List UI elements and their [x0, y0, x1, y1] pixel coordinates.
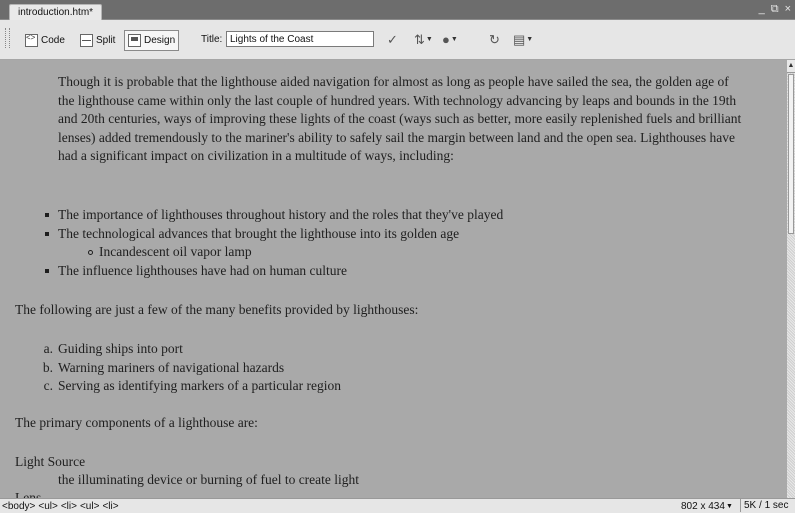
- browser-compatibility-button[interactable]: ✓: [387, 31, 398, 48]
- list-item[interactable]: The technological advances that brought …: [0, 225, 503, 244]
- split-view-button[interactable]: Split: [76, 30, 119, 51]
- title-label: Title:: [201, 34, 223, 45]
- benefits-paragraph[interactable]: The following are just a few of the many…: [15, 302, 418, 318]
- list-marker: a.: [43, 341, 53, 356]
- toolbar-grip[interactable]: [5, 28, 10, 48]
- scrollbar-thumb[interactable]: [788, 74, 794, 234]
- tag-selector-item[interactable]: <body>: [2, 500, 35, 513]
- intro-paragraph[interactable]: Though it is probable that the lighthous…: [58, 73, 748, 166]
- design-icon: [128, 34, 141, 47]
- list-item[interactable]: The influence lighthouses have had on hu…: [0, 262, 503, 281]
- chevron-down-icon: ▼: [725, 503, 733, 510]
- window-controls: _ ⧉ ×: [759, 2, 791, 17]
- definition-term[interactable]: Light Source: [15, 454, 85, 470]
- tag-selector-item[interactable]: <li>: [102, 500, 118, 513]
- dropdown-arrow-icon: ▼: [425, 36, 433, 43]
- dropdown-arrow-icon: ▼: [526, 36, 534, 43]
- scroll-up-icon[interactable]: ▲: [787, 60, 795, 73]
- window-size-menu[interactable]: 802 x 434 ▼: [681, 500, 733, 513]
- dropdown-arrow-icon: ▼: [450, 36, 458, 43]
- file-management-button[interactable]: ⇅ ▼: [414, 31, 433, 48]
- list-marker: b.: [42, 359, 53, 375]
- restore-icon[interactable]: ⧉: [771, 2, 779, 17]
- preview-in-browser-button[interactable]: ● ▼: [442, 31, 458, 48]
- bullet-list: The importance of lighthouses throughout…: [0, 206, 503, 280]
- design-view-button[interactable]: Design: [124, 30, 180, 51]
- refresh-icon: ↻: [489, 31, 500, 47]
- view-options-button[interactable]: ▤ ▼: [513, 31, 533, 48]
- list-item-text: Serving as identifying markers of a part…: [58, 378, 342, 393]
- split-icon: [80, 34, 93, 47]
- window-size-value: 802 x 434: [681, 501, 725, 512]
- refresh-design-view-button[interactable]: ↻: [489, 31, 500, 48]
- tag-selector-item[interactable]: <li>: [61, 500, 77, 513]
- document-title-bar: introduction.htm* _ ⧉ ×: [0, 0, 795, 20]
- split-view-label: Split: [96, 35, 116, 46]
- close-icon[interactable]: ×: [785, 2, 791, 17]
- benefits-list: a. Guiding ships into port b. Warning ma…: [0, 340, 341, 396]
- check-icon: ✓: [387, 31, 398, 47]
- list-item[interactable]: The importance of lighthouses throughout…: [0, 206, 503, 225]
- list-item[interactable]: a. Guiding ships into port: [0, 340, 341, 359]
- tag-selector-item[interactable]: <ul>: [80, 500, 99, 513]
- status-bar: <body> <ul> <li> <ul> <li> 802 x 434 ▼ 5…: [0, 498, 795, 513]
- list-marker: c.: [43, 378, 53, 393]
- list-item[interactable]: c. Serving as identifying markers of a p…: [0, 377, 341, 396]
- tag-selector: <body> <ul> <li> <ul> <li>: [2, 500, 119, 513]
- nested-list-item[interactable]: Incandescent oil vapor lamp: [0, 243, 503, 262]
- page-title-input[interactable]: [226, 31, 374, 47]
- list-item-text: Warning mariners of navigational hazards: [58, 359, 285, 375]
- download-size-readout: 5K / 1 sec: [740, 499, 788, 512]
- minimize-icon[interactable]: _: [759, 2, 765, 17]
- design-view-canvas[interactable]: Though it is probable that the lighthous…: [0, 60, 787, 498]
- code-view-label: Code: [41, 35, 65, 46]
- code-view-button[interactable]: Code: [21, 30, 69, 51]
- definition-description[interactable]: the illuminating device or burning of fu…: [58, 472, 359, 488]
- tag-selector-item[interactable]: <ul>: [38, 500, 57, 513]
- view-options-icon: ▤: [513, 31, 526, 47]
- definition-term[interactable]: Lens: [15, 490, 41, 498]
- globe-icon: ●: [442, 32, 450, 47]
- transfer-arrows-icon: ⇅: [414, 31, 425, 47]
- list-item-text: Guiding ships into port: [58, 341, 183, 356]
- design-view-label: Design: [144, 35, 176, 46]
- components-paragraph[interactable]: The primary components of a lighthouse a…: [15, 415, 258, 431]
- vertical-scrollbar[interactable]: ▲: [787, 60, 795, 498]
- document-tab[interactable]: introduction.htm*: [9, 4, 103, 20]
- document-toolbar: Code Split Design Title: ✓ ⇅▼ ●▼ ↻ ▤▼: [0, 20, 795, 60]
- list-item[interactable]: b. Warning mariners of navigational haza…: [0, 359, 341, 378]
- code-icon: [25, 33, 38, 47]
